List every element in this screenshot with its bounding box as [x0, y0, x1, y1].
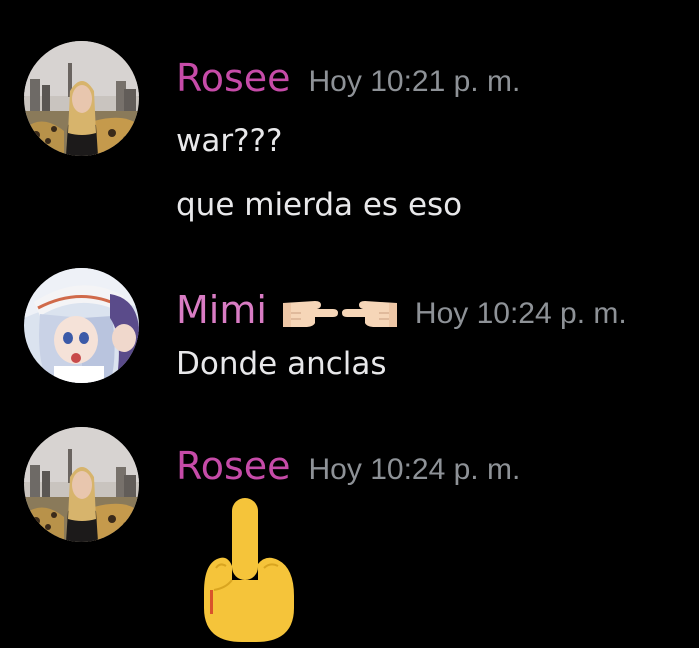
message-header: Rosee Hoy 10:24 p. m.: [176, 447, 520, 485]
timestamp: Hoy 10:24 p. m.: [414, 297, 627, 330]
avatar-rosee[interactable]: [24, 427, 139, 542]
message-text: war???: [176, 123, 283, 159]
pointing-left-hand-icon: [341, 301, 397, 327]
pointing-right-hand-icon: [282, 301, 338, 327]
message-text: Donde anclas: [176, 346, 387, 382]
username-rosee[interactable]: Rosee: [176, 447, 291, 485]
message-text: que mierda es eso: [176, 187, 463, 223]
timestamp: Hoy 10:24 p. m.: [308, 453, 521, 486]
timestamp: Hoy 10:21 p. m.: [308, 65, 521, 98]
avatar-mimi[interactable]: [24, 268, 139, 383]
message-header: Rosee Hoy 10:21 p. m.: [176, 59, 520, 97]
username-rosee[interactable]: Rosee: [176, 59, 291, 97]
middle-finger-emoji-icon: [198, 496, 298, 648]
message-header: Mimi Hoy 10:24 p. m.: [176, 283, 627, 329]
username-mimi[interactable]: Mimi: [176, 291, 267, 329]
username-emoji-pair: [281, 289, 399, 329]
avatar-rosee[interactable]: [24, 41, 139, 156]
